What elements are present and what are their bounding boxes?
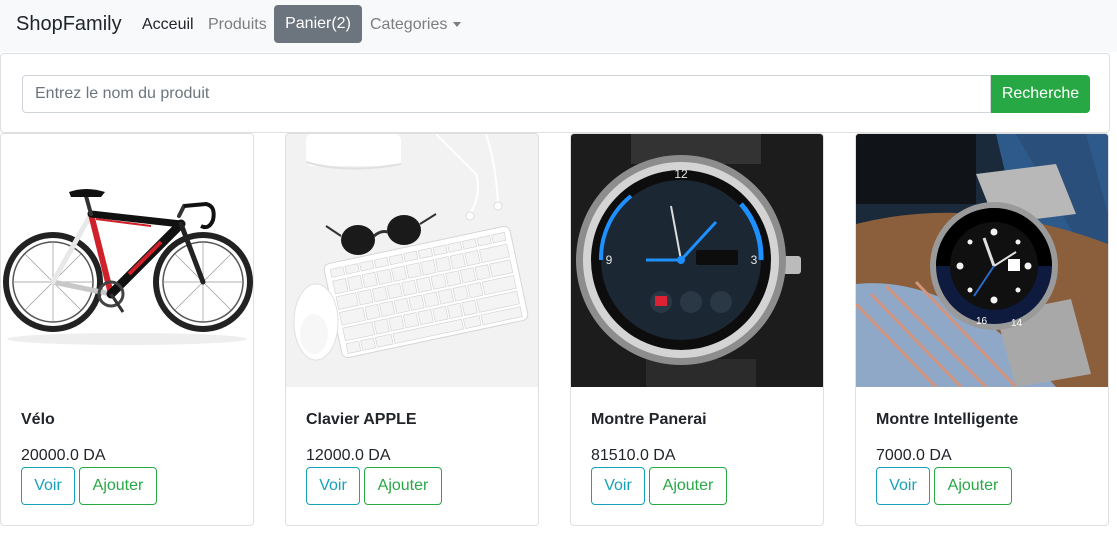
product-card: 12 9 3 Montre Panerai 81510.0 DA Voir Aj… [570,133,824,526]
search-input[interactable] [22,75,991,113]
add-to-cart-button[interactable]: Ajouter [649,467,727,505]
product-image-keyboard[interactable] [286,134,538,387]
navbar: ShopFamily Acceuil Produits Panier(2) Ca… [0,0,1117,52]
nav-link-produits[interactable]: Produits [208,16,267,34]
product-card: 14 16 Montre Intelligente 7000.0 DA Voir… [855,133,1109,526]
product-title: Montre Intelligente [876,411,1019,428]
product-image-smartwatch[interactable]: 12 9 3 [571,134,823,387]
product-image-wristwatch[interactable]: 14 16 [856,134,1108,387]
svg-text:14: 14 [1011,318,1023,329]
nav-dropdown-categories[interactable]: Categories [370,16,462,34]
product-price: 20000.0 DA [21,447,106,464]
search-button[interactable]: Recherche [991,75,1090,113]
product-image-bicycle[interactable] [1,134,253,387]
svg-text:16: 16 [976,316,988,327]
svg-text:9: 9 [606,253,613,267]
view-button[interactable]: Voir [306,467,360,505]
product-price: 81510.0 DA [591,447,676,464]
product-title: Vélo [21,411,55,428]
brand-logo[interactable]: ShopFamily [16,13,122,36]
product-price: 7000.0 DA [876,447,952,464]
view-button[interactable]: Voir [591,467,645,505]
nav-dropdown-categories-label: Categories [370,16,448,33]
add-to-cart-button[interactable]: Ajouter [934,467,1012,505]
product-card: Vélo 20000.0 DA Voir Ajouter [0,133,254,526]
product-price: 12000.0 DA [306,447,391,464]
view-button[interactable]: Voir [876,467,930,505]
nav-link-acceuil[interactable]: Acceuil [142,16,194,34]
product-title: Clavier APPLE [306,411,417,428]
svg-text:3: 3 [751,253,758,267]
nav-link-panier[interactable]: Panier(2) [274,5,362,43]
svg-text:12: 12 [674,167,688,181]
view-button[interactable]: Voir [21,467,75,505]
add-to-cart-button[interactable]: Ajouter [79,467,157,505]
product-card: Clavier APPLE 12000.0 DA Voir Ajouter [285,133,539,526]
product-title: Montre Panerai [591,411,707,428]
add-to-cart-button[interactable]: Ajouter [364,467,442,505]
search-card: Recherche [0,53,1110,133]
caret-down-icon [453,22,462,28]
